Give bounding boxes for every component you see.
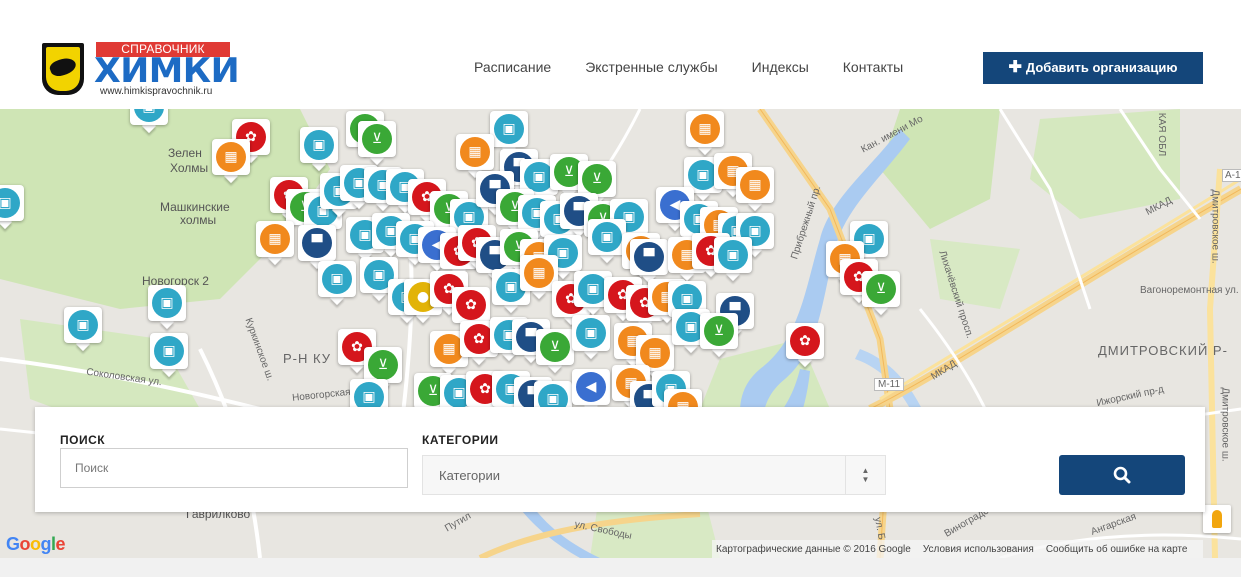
city-crest-icon: [42, 43, 84, 95]
map-district-label: ДМИТРОВСКИЙ Р-: [1098, 343, 1228, 358]
map-marker[interactable]: ⊻: [700, 313, 738, 358]
building-icon: ▦: [260, 224, 290, 254]
building-icon: ▦: [460, 137, 490, 167]
map-marker[interactable]: ▦: [456, 134, 494, 179]
map-marker[interactable]: ▀: [630, 239, 668, 284]
taxi-icon: ▀: [634, 242, 664, 272]
map-marker[interactable]: ▣: [318, 261, 356, 306]
map-marker[interactable]: ▣: [130, 109, 168, 134]
map-marker[interactable]: ⊻: [358, 121, 396, 166]
map-marker[interactable]: ▣: [150, 333, 188, 378]
building-icon: ▦: [216, 142, 246, 172]
add-organization-button[interactable]: ✚ Добавить организацию: [983, 52, 1203, 84]
building-icon: ▦: [740, 170, 770, 200]
map-marker[interactable]: ▣: [300, 127, 338, 172]
paw-icon: ✿: [456, 290, 486, 320]
map-road-badge: М-11: [874, 378, 905, 391]
map-marker[interactable]: ▦: [686, 111, 724, 156]
pegman-icon: [1212, 510, 1222, 528]
briefcase-icon: ▣: [592, 222, 622, 252]
nav-item-emergency[interactable]: Экстренные службы: [585, 58, 717, 76]
map-district-label: Р-Н КУ: [283, 351, 331, 366]
report-error-link[interactable]: Сообщить об ошибке на карте: [1046, 544, 1188, 555]
cart-icon: ⊻: [540, 332, 570, 362]
building-icon: ▦: [640, 338, 670, 368]
search-input[interactable]: [60, 448, 408, 488]
megaphone-icon: ◀: [576, 372, 606, 402]
map-label: Дмитровское ш.: [1219, 387, 1231, 462]
cart-icon: ⊻: [582, 164, 612, 194]
map-marker[interactable]: ▦: [256, 221, 294, 266]
category-label: КАТЕГОРИИ: [422, 433, 499, 447]
map-label: Вагоноремонтная ул.: [1140, 285, 1239, 296]
map-marker[interactable]: ▣: [64, 307, 102, 352]
logo-url: www.himkispravochnik.ru: [100, 86, 213, 97]
briefcase-icon: ▣: [68, 310, 98, 340]
search-button[interactable]: [1059, 455, 1185, 495]
select-arrows-icon: ▲ ▼: [845, 456, 885, 494]
street-view-pegman[interactable]: [1203, 505, 1231, 533]
map-marker[interactable]: ▣: [588, 219, 626, 264]
add-organization-label: Добавить организацию: [1025, 60, 1178, 75]
briefcase-icon: ▣: [718, 240, 748, 270]
briefcase-icon: ▣: [304, 130, 334, 160]
cart-icon: ⊻: [368, 350, 398, 380]
map-data-credit: Картографические данные © 2016 Google: [716, 543, 911, 555]
category-select[interactable]: Категории ▲ ▼: [422, 455, 886, 495]
paw-icon: ✿: [790, 326, 820, 356]
map-marker[interactable]: ▣: [148, 285, 186, 330]
map-marker[interactable]: ▣: [572, 315, 610, 360]
google-logo[interactable]: Google: [6, 534, 66, 555]
nav-item-indexes[interactable]: Индексы: [752, 58, 809, 76]
briefcase-icon: ▣: [152, 288, 182, 318]
briefcase-icon: ▣: [576, 318, 606, 348]
map-marker[interactable]: ▦: [212, 139, 250, 184]
building-icon: ▦: [524, 258, 554, 288]
map-marker[interactable]: ⊻: [862, 271, 900, 316]
taxi-icon: ▀: [302, 228, 332, 258]
map-road-badge: А-1: [1222, 169, 1241, 182]
cart-icon: ⊻: [866, 274, 896, 304]
map-marker[interactable]: ◀: [572, 369, 610, 414]
map-label: КАЯ ОБЛ: [1156, 112, 1168, 157]
map-label: Холмы: [170, 161, 209, 175]
building-icon: ▦: [690, 114, 720, 144]
main-nav: Расписание Экстренные службы Индексы Кон…: [474, 58, 937, 76]
search-panel: ПОИСК КАТЕГОРИИ Категории ▲▼: [35, 407, 1205, 512]
site-header: СПРАВОЧНИК ГОРОДА ХИМКИ www.himkispravoc…: [0, 0, 1241, 109]
briefcase-icon: ▣: [322, 264, 352, 294]
search-label: ПОИСК: [60, 433, 106, 447]
briefcase-icon: ▣: [494, 114, 524, 144]
briefcase-icon: ▣: [154, 336, 184, 366]
search-icon: [1113, 466, 1131, 484]
map-label: Дмитровское ш.: [1209, 189, 1221, 264]
map-attribution: Картографические данные © 2016 Google Ус…: [712, 540, 1204, 558]
nav-item-schedule[interactable]: Расписание: [474, 58, 551, 76]
map-marker[interactable]: ▣: [0, 185, 24, 230]
logo-title: ХИМКИ: [94, 51, 240, 91]
nav-item-contacts[interactable]: Контакты: [843, 58, 903, 76]
map-label: холмы: [180, 213, 217, 227]
category-select-value: Категории: [439, 468, 500, 483]
map-label: Машкинские: [160, 200, 230, 214]
cart-icon: ⊻: [362, 124, 392, 154]
map-marker[interactable]: ▦: [736, 167, 774, 212]
map-marker[interactable]: ✿: [786, 323, 824, 368]
terms-link[interactable]: Условия использования: [923, 544, 1034, 555]
map-marker[interactable]: ▣: [490, 111, 528, 156]
site-logo[interactable]: СПРАВОЧНИК ГОРОДА ХИМКИ www.himkispravoc…: [40, 42, 240, 100]
map-marker[interactable]: ⊻: [536, 329, 574, 374]
map-marker[interactable]: ▣: [714, 237, 752, 282]
cart-icon: ⊻: [704, 316, 734, 346]
map-label: Зелен: [168, 146, 202, 160]
plus-icon: ✚: [1008, 59, 1022, 76]
